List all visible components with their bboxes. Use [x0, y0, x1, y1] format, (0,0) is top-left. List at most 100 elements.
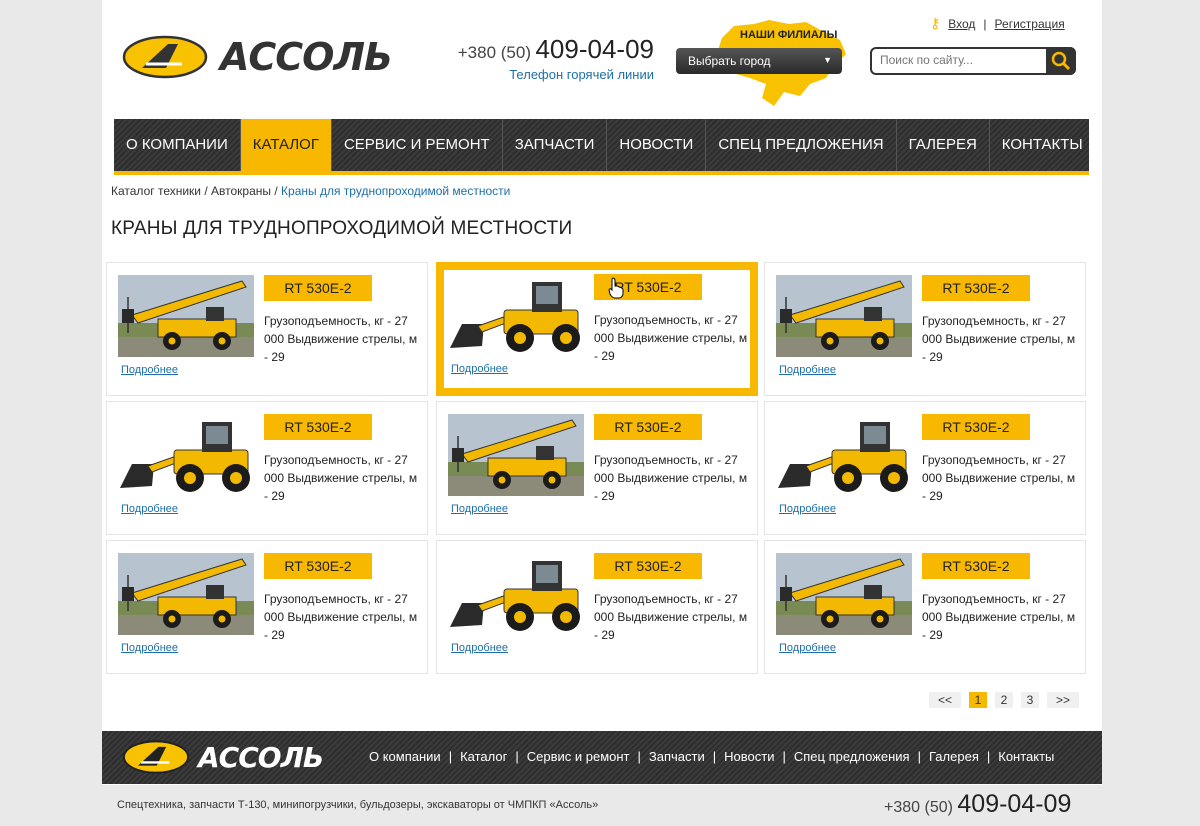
product-card[interactable]: RT 530E-2 Грузоподъемность, кг - 27 000 В… [764, 401, 1086, 535]
search-input[interactable] [880, 53, 1040, 67]
product-spec: Грузоподъемность, кг - 27 000 Выдвижение… [594, 453, 748, 503]
product-card[interactable]: RT 530E-2 Грузоподъемность, кг - 27 000 В… [764, 540, 1086, 674]
product-spec: Грузоподъемность, кг - 27 000 Выдвижение… [922, 314, 1076, 364]
product-image[interactable] [448, 414, 584, 496]
nav-item[interactable]: НОВОСТИ [607, 119, 707, 171]
page-container: АССОЛЬ +380 (50) 409-04-09 Телефон горяч… [102, 0, 1102, 785]
details-link[interactable]: Подробнее [779, 364, 836, 376]
footer-logo[interactable]: АССОЛЬ [122, 739, 324, 775]
nav-item[interactable]: О КОМПАНИИ [114, 119, 241, 171]
search-icon [1051, 51, 1071, 71]
product-spec: Грузоподъемность, кг - 27 000 Выдвижение… [594, 592, 748, 642]
product-model[interactable]: RT 530E-2 [922, 414, 1030, 440]
nav-item[interactable]: СЕРВИС И РЕМОНТ [332, 119, 503, 171]
footer-logo-text: АССОЛЬ [198, 740, 324, 774]
crane-image [118, 275, 254, 357]
footer-nav-item[interactable]: Запчасти [649, 749, 705, 764]
hotline-link[interactable]: Телефон горячей линии [444, 67, 654, 82]
main-nav: О КОМПАНИИ КАТАЛОГ СЕРВИС И РЕМОНТ ЗАПЧАСТИ… [114, 119, 1089, 175]
footer-nav-item[interactable]: Сервис и ремонт [527, 749, 630, 764]
pagination-prev[interactable]: << [929, 692, 961, 708]
footer-phone: +380 (50) 409-04-09 [884, 790, 1071, 819]
product-model[interactable]: RT 530E-2 [922, 553, 1030, 579]
footer-nav-separator: | [637, 749, 641, 764]
details-link[interactable]: Подробнее [779, 642, 836, 654]
loader-image [776, 414, 912, 496]
breadcrumb-item[interactable]: Каталог техники [111, 184, 201, 198]
search-button[interactable] [1046, 47, 1076, 75]
details-link[interactable]: Подробнее [779, 503, 836, 515]
footer-phone-code: +380 (50) [884, 799, 953, 816]
product-image[interactable] [776, 553, 912, 635]
logo-mark-icon [122, 740, 190, 774]
logo-text: АССОЛЬ [220, 35, 393, 79]
product-model[interactable]: RT 530E-2 [264, 414, 372, 440]
register-link[interactable]: Регистрация [995, 17, 1065, 31]
product-image[interactable] [118, 553, 254, 635]
login-link[interactable]: Вход [948, 17, 975, 31]
footer-nav-item[interactable]: Контакты [998, 749, 1054, 764]
city-select[interactable]: Выбрать город ▼ [676, 48, 842, 74]
footer-nav-item[interactable]: Спец предложения [794, 749, 910, 764]
product-spec: Грузоподъемность, кг - 27 000 Выдвижение… [594, 313, 748, 363]
pagination-page[interactable]: 2 [995, 692, 1013, 708]
product-model[interactable]: RT 530E-2 [594, 553, 702, 579]
chevron-down-icon: ▼ [823, 55, 832, 65]
crane-image [776, 275, 912, 357]
product-model[interactable]: RT 530E-2 [264, 553, 372, 579]
footer-nav-item[interactable]: Галерея [929, 749, 979, 764]
nav-item[interactable]: ГАЛЕРЕЯ [897, 119, 990, 171]
loader-image [448, 274, 584, 356]
footer-nav-separator: | [986, 749, 991, 764]
footer-nav-separator: | [448, 749, 453, 764]
product-card[interactable]: RT 530E-2 Грузоподъемность, кг - 27 000 В… [436, 401, 758, 535]
product-image[interactable] [118, 414, 254, 496]
crane-image [118, 553, 254, 635]
product-card[interactable]: RT 530E-2 Грузоподъемность, кг - 27 000 В… [106, 540, 428, 674]
details-link[interactable]: Подробнее [451, 503, 508, 515]
footer-nav-separator: | [917, 749, 921, 764]
footer-nav: О компании | Каталог | Сервис и ремонт | Запча… [369, 749, 1054, 764]
auth-links: ⚷ Вход | Регистрация [930, 15, 1065, 32]
product-card[interactable]: RT 530E-2 Грузоподъемность, кг - 27 000 В… [106, 401, 428, 535]
details-link[interactable]: Подробнее [121, 364, 178, 376]
nav-item[interactable]: КОНТАКТЫ [990, 119, 1095, 171]
search-box [870, 47, 1076, 75]
product-model[interactable]: RT 530E-2 [264, 275, 372, 301]
phone-code: +380 (50) [457, 43, 531, 62]
product-image[interactable] [776, 414, 912, 496]
product-spec: Грузоподъемность, кг - 27 000 Выдвижение… [264, 314, 418, 364]
pagination-page[interactable]: 1 [969, 692, 987, 708]
details-link[interactable]: Подробнее [451, 642, 508, 654]
nav-item[interactable]: КАТАЛОГ [240, 119, 332, 171]
nav-item[interactable]: СПЕЦ ПРЕДЛОЖЕНИЯ [706, 119, 897, 171]
footer-nav-item[interactable]: Каталог [460, 749, 507, 764]
product-image[interactable] [776, 275, 912, 357]
nav-item[interactable]: ЗАПЧАСТИ [503, 119, 608, 171]
product-card[interactable]: RT 530E-2 Грузоподъемность, кг - 27 000 В… [436, 540, 758, 674]
footer-nav-separator: | [782, 749, 786, 764]
details-link[interactable]: Подробнее [451, 363, 508, 375]
product-image[interactable] [448, 553, 584, 635]
details-link[interactable]: Подробнее [121, 503, 178, 515]
site-logo[interactable]: АССОЛЬ [122, 34, 393, 80]
product-spec: Грузоподъемность, кг - 27 000 Выдвижение… [264, 592, 418, 642]
product-card[interactable]: RT 530E-2 Грузоподъемность, кг - 27 000 В… [436, 262, 758, 396]
product-card[interactable]: RT 530E-2 Грузоподъемность, кг - 27 000 В… [764, 262, 1086, 396]
product-image[interactable] [448, 274, 584, 356]
product-model[interactable]: RT 530E-2 [922, 275, 1030, 301]
pagination-page[interactable]: 3 [1021, 692, 1039, 708]
product-card[interactable]: RT 530E-2 Грузоподъемность, кг - 27 000 В… [106, 262, 428, 396]
breadcrumb-item[interactable]: Автокраны [211, 184, 271, 198]
details-link[interactable]: Подробнее [121, 642, 178, 654]
product-model[interactable]: RT 530E-2 [594, 414, 702, 440]
loader-image [118, 414, 254, 496]
branches-widget: НАШИ ФИЛИАЛЫ Выбрать город ▼ [676, 18, 846, 113]
product-image[interactable] [118, 275, 254, 357]
phone-number: 409-04-09 [535, 34, 654, 64]
footer-nav-item[interactable]: О компании [369, 749, 441, 764]
pagination-next[interactable]: >> [1047, 692, 1079, 708]
footer-nav-item[interactable]: Новости [724, 749, 774, 764]
key-icon: ⚷ [930, 15, 941, 31]
pagination: << 1 2 3 >> [929, 692, 1079, 708]
